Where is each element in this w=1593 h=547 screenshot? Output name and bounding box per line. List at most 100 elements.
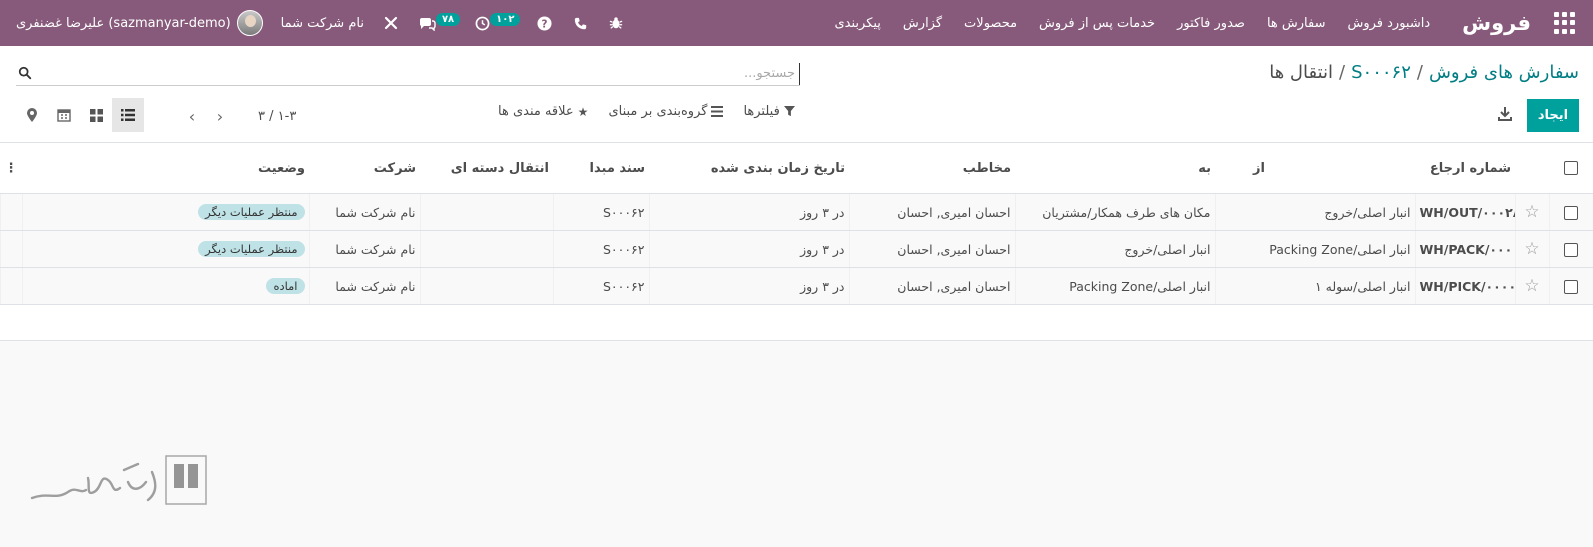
list-view-icon[interactable] (112, 98, 144, 132)
cell-batch-transfer (419, 193, 553, 231)
cell-status: اماده (21, 267, 309, 305)
menu-orders[interactable]: سفارش ها (1267, 16, 1326, 31)
activities-button[interactable]: ۱۰۲ (475, 12, 521, 31)
map-pin-icon[interactable] (16, 98, 48, 132)
navbar-systray: علیرضا غضنفری (sazmanyar-demo) نام شرکت … (16, 0, 643, 46)
star-outline-icon[interactable]: ☆ (1524, 276, 1539, 296)
optional-columns-toggle[interactable]: ⋮ (0, 142, 22, 194)
row-select-cell (1548, 193, 1593, 231)
tools-icon[interactable] (382, 14, 400, 32)
menu-dashboard[interactable]: داشبورد فروش (1347, 16, 1430, 31)
cell-reference: WH/OUT/۰۰۰۲۸ (1414, 193, 1515, 231)
user-menu[interactable]: علیرضا غضنفری (sazmanyar-demo) (16, 10, 263, 36)
status-badge: منتظر عملیات دیگر (198, 241, 305, 257)
col-status[interactable]: وضعیت (22, 142, 309, 194)
cell-contact: احسان امیری, احسان (848, 267, 1015, 305)
menu-after-sales[interactable]: خدمات پس از فروش (1039, 16, 1155, 31)
breadcrumb-order[interactable]: S۰۰۰۶۲ (1351, 62, 1411, 83)
cell-company: نام شرکت شما (308, 267, 420, 305)
row-checkbox[interactable] (1564, 279, 1579, 294)
messages-count-badge: ۷۸ (435, 12, 461, 26)
favorites-label: علاقه مندی ها (498, 104, 574, 119)
cell-from: انبار اصلی/سوله ۱ (1214, 267, 1415, 305)
calendar-icon[interactable] (48, 98, 80, 132)
search-bar (16, 62, 800, 86)
pager-value[interactable]: ۱-۳ / ۳ (258, 109, 296, 124)
col-scheduled-date[interactable]: تاریخ زمان بندی شده (649, 142, 849, 194)
app-brand[interactable]: فروش (1462, 11, 1531, 35)
cell-scheduled-date: در ۳ روز (648, 230, 849, 268)
groupby-button[interactable]: گروه‌بندی بر مبنای (608, 104, 724, 119)
download-icon[interactable] (1497, 106, 1513, 122)
star-icon: ★ (577, 104, 589, 119)
activities-count-badge: ۱۰۲ (490, 12, 521, 26)
col-reference[interactable]: شماره ارجاع (1415, 142, 1515, 194)
list-empty-area (0, 305, 1593, 341)
debug-bug-icon[interactable] (607, 14, 625, 32)
col-to[interactable]: به (1015, 142, 1215, 194)
star-outline-icon[interactable]: ☆ (1524, 202, 1539, 222)
search-input[interactable] (40, 62, 800, 85)
table-row[interactable]: ☆ WH/OUT/۰۰۰۲۸ انبار اصلی/خروج مکان های … (0, 193, 1593, 231)
watermark-logo (30, 455, 207, 505)
row-star-cell: ☆ (1514, 230, 1549, 268)
cell-status: منتظر عملیات دیگر (21, 193, 309, 231)
cell-scheduled-date: در ۳ روز (648, 193, 849, 231)
col-company[interactable]: شرکت (309, 142, 420, 194)
select-all-checkbox[interactable] (1564, 161, 1578, 175)
svg-text:?: ? (541, 18, 547, 30)
col-contact[interactable]: مخاطب (849, 142, 1015, 194)
filter-icon (783, 106, 795, 117)
row-star-cell: ☆ (1514, 193, 1549, 231)
help-icon[interactable]: ? (535, 14, 553, 32)
table-row[interactable]: ☆ WH/PICK/۰۰۰۰۲ انبار اصلی/سوله ۱ انبار … (0, 267, 1593, 305)
cell-source-document: S۰۰۰۶۲ (552, 267, 649, 305)
breadcrumb-separator: / (1339, 62, 1346, 83)
menu-configuration[interactable]: پیکربندی (834, 16, 880, 31)
chevron-right-icon[interactable]: › (206, 104, 234, 128)
table-row[interactable]: ☆ WH/PACK/۰۰۰۰۱ انبار اصلی/Packing Zone … (0, 230, 1593, 268)
cell-reference: WH/PACK/۰۰۰۰۱ (1414, 230, 1515, 268)
cell-to: مکان های طرف همکار/مشتریان (1014, 193, 1215, 231)
kanban-grid-icon[interactable] (80, 98, 112, 132)
breadcrumb-separator: / (1416, 62, 1423, 83)
col-source-document[interactable]: سند مبدا (553, 142, 649, 194)
create-button[interactable]: ایجاد (1527, 99, 1579, 132)
cell-scheduled-date: در ۳ روز (648, 267, 849, 305)
star-outline-icon[interactable]: ☆ (1524, 239, 1539, 259)
row-star-cell: ☆ (1514, 267, 1549, 305)
chat-icon (419, 18, 436, 31)
messages-button[interactable]: ۷۸ (418, 12, 461, 31)
row-checkbox[interactable] (1564, 242, 1579, 257)
breadcrumb-sales-orders[interactable]: سفارش های فروش (1429, 62, 1579, 83)
menu-invoicing[interactable]: صدور فاکتور (1177, 16, 1245, 31)
breadcrumb-current: انتقال ها (1269, 62, 1334, 83)
phone-icon[interactable] (571, 14, 589, 32)
filters-button[interactable]: فیلترها (743, 104, 795, 119)
col-from[interactable]: از (1215, 142, 1415, 194)
chevron-left-icon[interactable]: ‹ (178, 104, 206, 128)
transfers-list: شماره ارجاع از به مخاطب تاریخ زمان بندی … (0, 142, 1593, 341)
row-checkbox[interactable] (1564, 205, 1579, 220)
cell-contact: احسان امیری, احسان (848, 193, 1015, 231)
pager: ‹ › ۱-۳ / ۳ (178, 104, 297, 128)
row-end-cell (0, 193, 22, 231)
avatar (236, 10, 263, 36)
company-switcher[interactable]: نام شرکت شما (281, 16, 364, 31)
favorites-button[interactable]: ★ علاقه مندی ها (498, 104, 588, 119)
apps-grid-icon[interactable] (1553, 12, 1575, 34)
col-batch-transfer[interactable]: انتقال دسته ای (420, 142, 553, 194)
list-bars-icon (711, 106, 724, 117)
cell-company: نام شرکت شما (308, 230, 420, 268)
cell-from: انبار اصلی/Packing Zone (1214, 230, 1415, 268)
menu-products[interactable]: محصولات (964, 16, 1017, 31)
row-end-cell (0, 230, 22, 268)
cell-reference: WH/PICK/۰۰۰۰۲ (1414, 267, 1515, 305)
menu-reporting[interactable]: گزارش (903, 16, 942, 31)
status-badge: منتظر عملیات دیگر (198, 204, 305, 220)
row-end-cell (0, 267, 22, 305)
filters-label: فیلترها (743, 104, 780, 119)
cell-to: انبار اصلی/Packing Zone (1014, 267, 1215, 305)
search-icon[interactable] (18, 66, 32, 80)
pager-nav: ‹ › (178, 104, 234, 128)
